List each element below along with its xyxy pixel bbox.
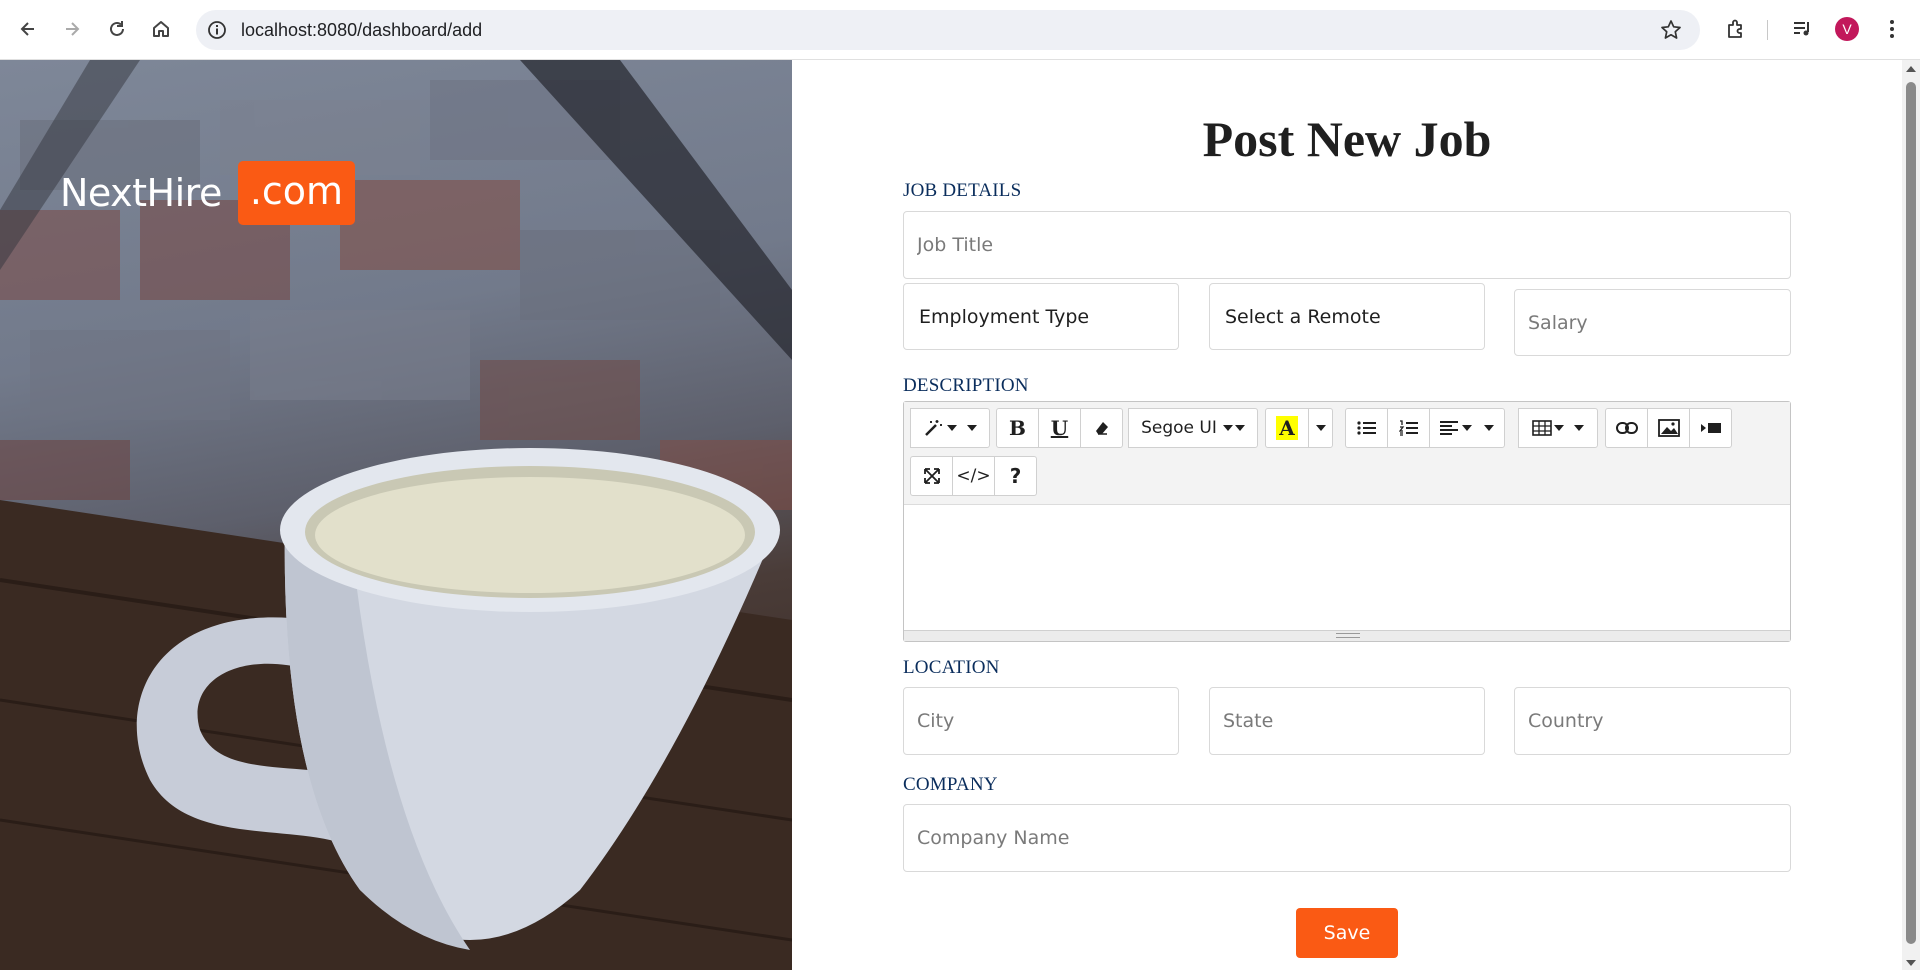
scroll-up-icon[interactable] — [1906, 66, 1916, 72]
align-icon[interactable] — [1429, 408, 1505, 448]
resize-grip-icon[interactable] — [1336, 633, 1360, 638]
browser-toolbar: localhost:8080/dashboard/add V — [0, 0, 1920, 60]
fullscreen-icon[interactable] — [910, 456, 953, 496]
address-bar[interactable]: localhost:8080/dashboard/add — [196, 10, 1700, 50]
site-info-icon[interactable] — [207, 20, 227, 44]
ordered-list-icon[interactable] — [1387, 408, 1430, 448]
employment-type-value: Employment Type — [919, 305, 1090, 328]
brand-name: NextHire — [60, 171, 222, 215]
salary-input[interactable] — [1514, 289, 1791, 356]
section-description: DESCRIPTION — [903, 375, 1029, 396]
save-button[interactable]: Save — [1296, 908, 1398, 958]
back-icon[interactable] — [10, 11, 46, 47]
help-icon[interactable]: ? — [994, 456, 1037, 496]
video-icon[interactable] — [1689, 408, 1732, 448]
job-title-input[interactable] — [903, 211, 1791, 279]
state-input[interactable] — [1209, 687, 1485, 755]
remote-value: Select a Remote — [1225, 305, 1381, 328]
post-job-form: Post New Job JOB DETAILS Employment Type… — [792, 60, 1902, 970]
toolbar-divider — [1767, 20, 1768, 40]
editor-content-area[interactable] — [904, 505, 1790, 630]
unordered-list-icon[interactable] — [1345, 408, 1388, 448]
country-input[interactable] — [1514, 687, 1791, 755]
page-title: Post New Job — [1202, 111, 1492, 167]
remote-select[interactable]: Select a Remote — [1209, 283, 1485, 350]
brand-badge: .com — [237, 161, 356, 225]
editor-resize-bar[interactable] — [904, 630, 1790, 641]
page-scrollbar[interactable] — [1902, 60, 1920, 970]
section-job-details: JOB DETAILS — [903, 180, 1022, 201]
eraser-icon[interactable] — [1080, 408, 1123, 448]
profile-button[interactable]: V — [1829, 11, 1865, 47]
extensions-icon[interactable] — [1718, 11, 1754, 47]
hero-photo: NextHire .com — [0, 60, 792, 970]
avatar: V — [1835, 17, 1859, 41]
media-control-icon[interactable] — [1784, 11, 1820, 47]
company-name-input[interactable] — [903, 804, 1791, 872]
highlight-color-icon[interactable]: A — [1265, 408, 1309, 448]
code-view-icon[interactable]: </> — [952, 456, 995, 496]
section-location: LOCATION — [903, 657, 1000, 678]
brand-logo[interactable]: NextHire .com — [60, 161, 356, 225]
reload-icon[interactable] — [99, 11, 135, 47]
url-text: localhost:8080/dashboard/add — [241, 20, 483, 40]
city-input[interactable] — [903, 687, 1179, 755]
table-icon[interactable] — [1518, 408, 1598, 448]
more-menu-icon[interactable] — [1874, 11, 1910, 47]
underline-icon[interactable]: U — [1038, 408, 1081, 448]
editor-toolbar: B U Segoe UI A </> ? — [904, 402, 1790, 505]
employment-type-select[interactable]: Employment Type — [903, 283, 1179, 350]
link-icon[interactable] — [1605, 408, 1648, 448]
bold-icon[interactable]: B — [996, 408, 1039, 448]
bookmark-star-icon[interactable] — [1660, 19, 1682, 45]
rich-text-editor: B U Segoe UI A </> ? — [903, 401, 1791, 642]
highlight-color-dropdown[interactable] — [1308, 408, 1333, 448]
font-name-dropdown[interactable]: Segoe UI — [1128, 408, 1258, 448]
magic-style-icon[interactable] — [910, 408, 990, 448]
forward-icon[interactable] — [54, 11, 90, 47]
font-name-value: Segoe UI — [1141, 418, 1217, 438]
scroll-thumb[interactable] — [1906, 82, 1916, 944]
picture-icon[interactable] — [1647, 408, 1690, 448]
home-icon[interactable] — [143, 11, 179, 47]
scroll-down-icon[interactable] — [1906, 960, 1916, 966]
section-company: COMPANY — [903, 774, 998, 795]
